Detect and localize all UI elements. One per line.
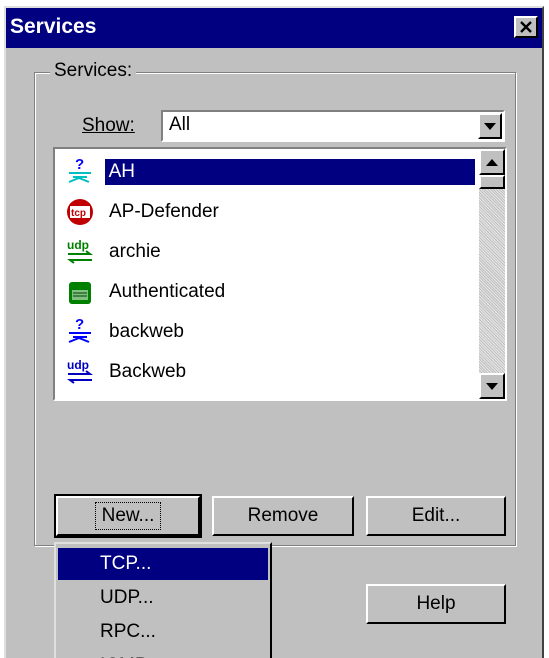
svg-text:tcp: tcp <box>71 208 86 219</box>
list-item[interactable]: udp archie <box>57 233 475 271</box>
svg-text:?: ? <box>75 156 84 173</box>
list-item[interactable]: Authenticated <box>57 273 475 311</box>
new-service-menu: TCP... UDP... RPC... ICMP... <box>54 542 272 658</box>
show-label: Show: <box>82 115 135 137</box>
services-group-label: Services: <box>50 60 137 82</box>
udp-icon: udp <box>61 355 99 389</box>
list-item-label: Backweb <box>109 361 187 382</box>
help-button-label: Help <box>416 593 456 614</box>
close-icon <box>520 21 532 33</box>
svg-text:?: ? <box>75 316 84 333</box>
menu-item-tcp[interactable]: TCP... <box>58 548 268 580</box>
scroll-thumb[interactable] <box>479 175 505 189</box>
list-item[interactable]: ? backweb <box>57 313 475 351</box>
title-bar[interactable]: Services <box>6 8 542 48</box>
list-item-label: backweb <box>109 321 184 342</box>
unknown-protocol-icon: ? <box>61 155 99 189</box>
new-button-label: New... <box>94 502 162 530</box>
remove-button-label: Remove <box>247 505 319 526</box>
authenticated-icon <box>61 275 99 309</box>
show-select-value: All <box>169 114 191 135</box>
menu-item-rpc[interactable]: RPC... <box>58 616 268 648</box>
remove-button[interactable]: Remove <box>212 496 354 536</box>
list-item[interactable]: ? AH <box>57 153 475 191</box>
list-item[interactable]: udp Backweb <box>57 353 475 391</box>
edit-button[interactable]: Edit... <box>366 496 506 536</box>
arrow-up-icon <box>486 158 498 166</box>
window-title: Services <box>10 15 97 38</box>
arrow-down-icon <box>486 382 498 390</box>
scroll-up-button[interactable] <box>479 149 505 175</box>
list-item-label: Authenticated <box>109 281 226 302</box>
unknown-protocol-icon: ? <box>61 315 99 349</box>
edit-button-label: Edit... <box>411 505 461 526</box>
scroll-down-button[interactable] <box>479 373 505 399</box>
svg-text:udp: udp <box>67 238 89 252</box>
list-item-label: archie <box>109 241 161 262</box>
list-item[interactable]: tcp AP-Defender <box>57 193 475 231</box>
chevron-down-icon <box>484 122 496 130</box>
tcp-icon: tcp <box>61 195 99 229</box>
list-item-label: AP-Defender <box>109 201 219 222</box>
new-button[interactable]: New... <box>54 494 202 538</box>
show-label-text: Show: <box>82 115 135 136</box>
show-select[interactable]: All <box>161 110 505 142</box>
list-item-label: AH <box>104 159 475 185</box>
close-button[interactable] <box>514 16 538 38</box>
menu-item-icmp[interactable]: ICMP... <box>58 650 268 658</box>
udp-icon: udp <box>61 235 99 269</box>
show-dropdown-button[interactable] <box>478 113 502 139</box>
services-list[interactable]: ? AH tcp AP-Defender udp archie Authenti… <box>53 147 507 401</box>
svg-text:udp: udp <box>67 358 89 372</box>
menu-item-udp[interactable]: UDP... <box>58 582 268 614</box>
help-button[interactable]: Help <box>366 584 506 624</box>
list-scrollbar[interactable] <box>479 149 505 399</box>
